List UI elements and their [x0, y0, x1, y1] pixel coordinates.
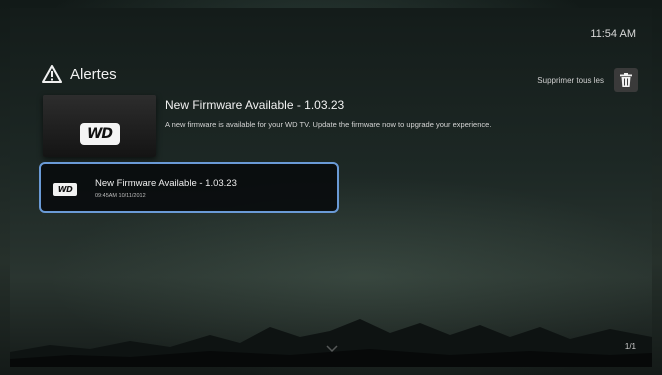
delete-all-button[interactable]: [614, 68, 638, 92]
page-indicator: 1/1: [624, 342, 636, 351]
tv-screen: 11:54 AM Alertes Supprimer tous les WD N…: [0, 0, 662, 375]
delete-all-control[interactable]: Supprimer tous les: [537, 68, 638, 92]
page-header: Alertes: [42, 65, 117, 83]
chevron-down-icon: [326, 345, 338, 353]
alert-item-timestamp: 09:45AM 10/11/2012: [95, 193, 146, 199]
alert-detail-title: New Firmware Available - 1.03.23: [165, 98, 345, 112]
alerts-screen: 11:54 AM Alertes Supprimer tous les WD N…: [10, 8, 652, 367]
alert-detail-description: A new firmware is available for your WD …: [165, 120, 492, 129]
warning-icon: [42, 65, 62, 83]
alert-item-title: New Firmware Available - 1.03.23: [95, 178, 237, 189]
wd-logo: WD: [79, 123, 120, 145]
wd-logo: WD: [53, 183, 77, 196]
alert-list-item[interactable]: WD New Firmware Available - 1.03.23 09:4…: [39, 162, 339, 213]
page-title: Alertes: [70, 65, 117, 83]
delete-all-label: Supprimer tous les: [537, 75, 604, 85]
clock: 11:54 AM: [590, 28, 636, 40]
mountain-background: [10, 319, 652, 367]
alert-detail-thumbnail: WD: [43, 95, 156, 157]
trash-icon: [620, 73, 632, 87]
